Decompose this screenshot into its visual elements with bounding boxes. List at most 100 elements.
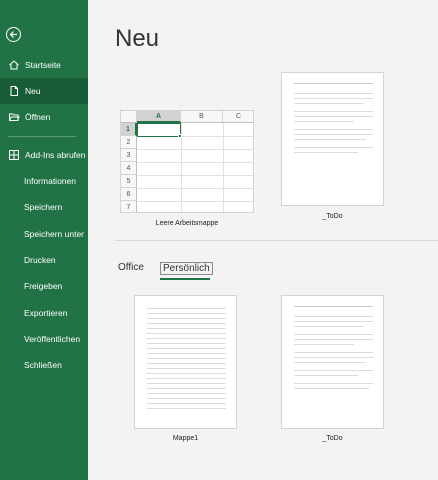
blank-workbook-thumbnail: A B C 1 2 3 4 5 6 7 — [120, 110, 254, 213]
doc-line — [147, 358, 226, 359]
doc-line — [294, 352, 373, 353]
mappe1-template-thumbnail[interactable] — [134, 295, 237, 429]
doc-line — [147, 323, 226, 324]
doc-line — [294, 370, 373, 371]
doc-line — [147, 373, 226, 374]
doc-line — [294, 93, 373, 94]
nav-item-informationen[interactable]: Informationen — [0, 168, 88, 194]
nav-label: Öffnen — [25, 112, 51, 122]
doc-line — [147, 378, 226, 379]
nav-item-veroeffentlichen[interactable]: Veröffentlichen — [0, 326, 88, 352]
doc-line — [294, 116, 373, 117]
grid-icon — [8, 149, 20, 161]
nav-label: Exportieren — [24, 308, 68, 318]
backstage-sidebar: Startseite Neu Öffnen Add-Ins abrufen In… — [0, 0, 88, 480]
column-header: C — [223, 111, 253, 123]
tile-caption: _ToDo — [322, 435, 343, 442]
doc-line — [294, 111, 373, 112]
nav-item-freigeben[interactable]: Freigeben — [0, 273, 88, 299]
page-title: Neu — [115, 25, 160, 52]
row-header: 4 — [121, 162, 137, 175]
nav-item-neu[interactable]: Neu — [0, 78, 88, 104]
doc-line — [294, 383, 373, 384]
corner-cell — [121, 111, 137, 123]
nav-item-schliessen[interactable]: Schließen — [0, 352, 88, 378]
nav-label: Startseite — [25, 60, 61, 70]
doc-line — [294, 316, 373, 317]
tab-office[interactable]: Office — [118, 262, 144, 273]
nav-label: Drucken — [24, 255, 56, 265]
doc-line — [147, 313, 226, 314]
doc-line — [294, 375, 358, 376]
section-separator — [115, 240, 438, 241]
doc-line — [294, 326, 364, 327]
row-header: 2 — [121, 136, 137, 149]
doc-line — [147, 343, 226, 344]
grid-line — [137, 201, 253, 202]
doc-line — [147, 368, 226, 369]
doc-line — [294, 147, 373, 148]
nav-label: Neu — [25, 86, 41, 96]
doc-line — [147, 308, 226, 309]
doc-line — [294, 129, 373, 130]
nav-item-exportieren[interactable]: Exportieren — [0, 300, 88, 326]
row-header: 7 — [121, 201, 137, 212]
nav-item-speichern-unter[interactable]: Speichern unter — [0, 221, 88, 247]
nav-label: Informationen — [24, 176, 76, 186]
grid-line — [137, 149, 253, 150]
todo-template-thumbnail[interactable] — [281, 295, 384, 429]
nav-label: Freigeben — [24, 281, 63, 291]
doc-line — [294, 103, 364, 104]
doc-line — [294, 98, 373, 99]
doc-line — [147, 353, 226, 354]
back-arrow-icon[interactable] — [6, 27, 21, 42]
tile-caption: _ToDo — [322, 213, 343, 220]
nav-item-speichern[interactable]: Speichern — [0, 194, 88, 220]
doc-line — [147, 338, 226, 339]
doc-line — [294, 344, 354, 345]
doc-line — [294, 121, 354, 122]
doc-line — [294, 134, 373, 135]
tile-caption: Mappe1 — [172, 435, 199, 442]
nav-item-add-ins[interactable]: Add-Ins abrufen — [0, 142, 88, 168]
doc-line — [147, 403, 226, 404]
doc-line — [294, 139, 366, 140]
doc-line — [147, 383, 226, 384]
doc-line — [147, 363, 226, 364]
column-header: B — [181, 111, 223, 123]
row-header: 5 — [121, 175, 137, 188]
todo-template-thumbnail[interactable] — [281, 72, 384, 206]
row-header: 6 — [121, 188, 137, 201]
doc-line — [294, 362, 366, 363]
nav-label: Add-Ins abrufen — [25, 150, 86, 160]
sidebar-divider — [8, 136, 76, 137]
doc-line — [147, 328, 226, 329]
tab-persoenlich[interactable]: Persönlich — [160, 262, 213, 275]
doc-line — [147, 348, 226, 349]
grid-line — [137, 175, 253, 176]
doc-line — [294, 334, 373, 335]
tile-caption: Leere Arbeitsmappe — [155, 220, 219, 227]
fill-handle — [178, 134, 182, 138]
home-icon — [8, 59, 20, 71]
row-header: 3 — [121, 149, 137, 162]
doc-line — [294, 388, 369, 389]
doc-line — [147, 388, 226, 389]
main-panel: Neu A B C 1 2 3 4 5 6 7 Leere Arbeitsmap… — [88, 0, 438, 480]
doc-line — [294, 321, 373, 322]
nav-item-drucken[interactable]: Drucken — [0, 247, 88, 273]
nav-item-startseite[interactable]: Startseite — [0, 52, 88, 78]
grid-line — [137, 162, 253, 163]
doc-line — [294, 83, 373, 84]
nav-item-oeffnen[interactable]: Öffnen — [0, 104, 88, 130]
doc-line — [147, 408, 226, 409]
doc-line — [294, 152, 358, 153]
nav-label: Speichern — [24, 202, 63, 212]
row-header: 1 — [121, 123, 137, 136]
active-tab-indicator — [160, 278, 210, 280]
nav-label: Speichern unter — [24, 229, 85, 239]
doc-line — [294, 306, 373, 307]
doc-line — [294, 357, 373, 358]
selected-cell — [137, 123, 181, 137]
folder-open-icon — [8, 111, 20, 123]
